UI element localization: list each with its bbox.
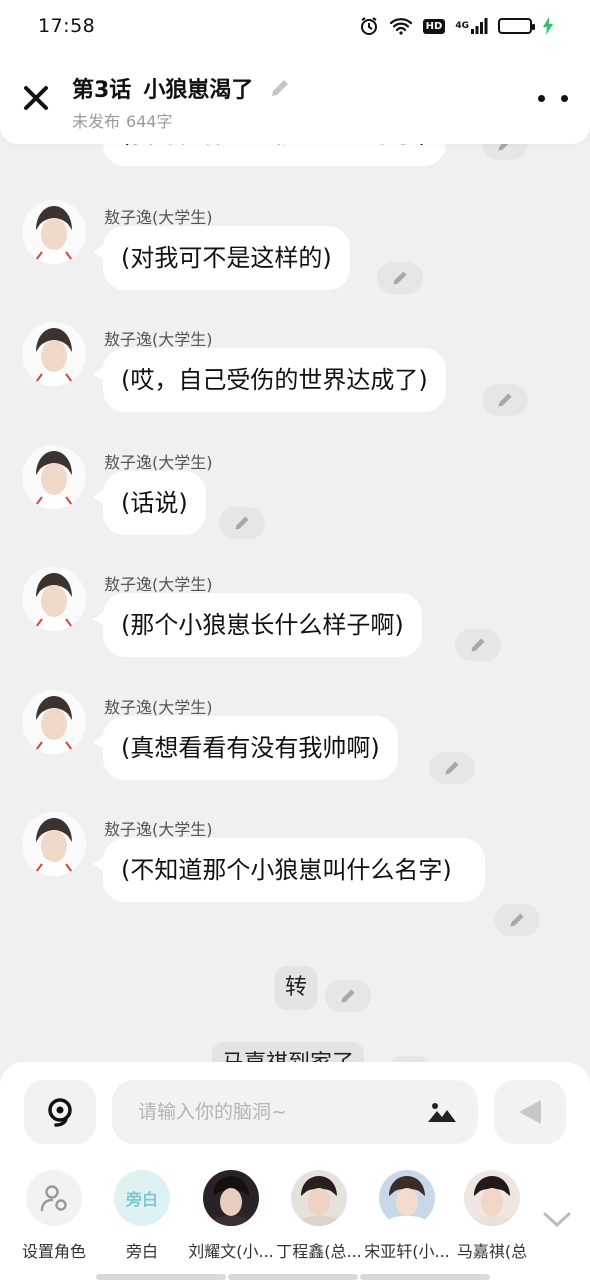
character-avatar-icon — [203, 1170, 259, 1226]
status-bar: 17:58 HD 4G — [0, 0, 590, 52]
voice-button[interactable] — [24, 1080, 96, 1144]
role-label: 丁程鑫(总... — [276, 1242, 362, 1261]
role-avatar — [203, 1170, 259, 1226]
title-row[interactable]: 第3话 小狼崽渴了 — [72, 72, 291, 104]
status-time: 17:58 — [38, 15, 96, 37]
alarm-icon — [359, 16, 379, 36]
sender-name: 敖子逸(大学生) — [104, 330, 213, 349]
pencil-icon — [445, 761, 459, 775]
character-avatar-icon — [22, 812, 86, 876]
edit-message-button[interactable] — [482, 384, 528, 416]
edit-message-button[interactable] — [429, 752, 475, 784]
close-button[interactable] — [20, 82, 52, 114]
sender-name: 敖子逸(大学生) — [104, 208, 213, 227]
role-avatar — [379, 1170, 435, 1226]
message-bubble[interactable]: (那个小狼崽长什么样子啊) — [93, 593, 422, 657]
message-bubble[interactable]: (哎，自己受伤的世界达成了) — [93, 348, 446, 412]
chapter-number: 第3话 — [72, 78, 132, 103]
signal-icon: 4G — [455, 17, 488, 35]
role-label: 刘耀文(小... — [188, 1242, 274, 1261]
insert-image-button[interactable] — [426, 1098, 458, 1126]
voice-icon — [48, 1098, 72, 1127]
role-avatar — [464, 1170, 520, 1226]
role-label: 宋亚轩(小... — [364, 1242, 450, 1261]
battery-icon — [498, 18, 535, 34]
role-character[interactable]: 丁程鑫(总... — [276, 1170, 362, 1262]
avatar[interactable] — [22, 812, 86, 876]
message-bubble[interactable]: (话说) — [93, 471, 206, 535]
pencil-icon — [471, 638, 485, 652]
edit-message-button[interactable] — [455, 629, 501, 661]
chapter-title: 小狼崽渴了 — [143, 78, 254, 103]
message-bubble[interactable]: (对我可不是这样的) — [93, 226, 350, 290]
chapter-meta: 未发布 644字 — [72, 108, 173, 132]
status-icons: HD 4G — [359, 16, 554, 36]
network-label: 4G — [455, 21, 469, 31]
sender-name: 敖子逸(大学生) — [104, 453, 213, 472]
pencil-icon — [498, 393, 512, 407]
chevron-down-icon — [543, 1212, 571, 1228]
role-setup-circle — [26, 1170, 82, 1226]
role-narrator[interactable]: 旁白 旁白 — [99, 1170, 185, 1262]
wifi-icon — [389, 17, 413, 35]
more-dot-icon — [561, 94, 568, 102]
edit-message-button[interactable] — [494, 904, 540, 936]
avatar[interactable] — [22, 445, 86, 509]
editor-header: 第3话 小狼崽渴了 未发布 644字 — [0, 52, 590, 144]
input-panel: 设置角色 旁白 旁白 刘耀文(小... 丁程鑫(总... 宋亚轩(小... — [0, 1062, 590, 1280]
character-avatar-icon — [22, 567, 86, 631]
pencil-icon — [272, 80, 289, 96]
sender-name: 敖子逸(大学生) — [104, 575, 213, 594]
user-settings-icon — [40, 1185, 67, 1212]
character-avatar-icon — [291, 1170, 347, 1226]
sender-name: 敖子逸(大学生) — [104, 820, 213, 839]
pencil-icon — [393, 271, 407, 285]
expand-roles-button[interactable] — [540, 1206, 574, 1234]
role-setup[interactable]: 设置角色 — [11, 1170, 97, 1262]
role-character[interactable]: 马嘉祺(总 — [452, 1170, 532, 1262]
character-avatar-icon — [22, 200, 86, 264]
role-character[interactable]: 宋亚轩(小... — [364, 1170, 450, 1262]
avatar[interactable] — [22, 690, 86, 754]
message-bubble[interactable]: (不知道那个小狼崽叫什么名字) — [93, 838, 485, 902]
avatar[interactable] — [22, 200, 86, 264]
sender-name: 敖子逸(大学生) — [104, 698, 213, 717]
close-icon — [24, 86, 48, 110]
message-bubble[interactable]: (真想看看有没有我帅啊) — [93, 716, 398, 780]
role-narrator-circle: 旁白 — [114, 1170, 170, 1226]
character-avatar-icon — [379, 1170, 435, 1226]
role-character[interactable]: 刘耀文(小... — [188, 1170, 274, 1262]
avatar[interactable] — [22, 567, 86, 631]
avatar[interactable] — [22, 322, 86, 386]
send-button[interactable] — [494, 1080, 566, 1144]
pencil-icon — [341, 989, 355, 1003]
chat-area[interactable]: (我哥他什么时候这么温柔了) 敖子逸(大学生) (对我可不是这样的) 敖子逸(大… — [0, 130, 590, 1080]
pencil-icon — [235, 516, 249, 530]
edit-message-button[interactable] — [377, 262, 423, 294]
role-scroll-indicator — [96, 1274, 490, 1280]
pencil-icon — [510, 913, 524, 927]
character-avatar-icon — [22, 445, 86, 509]
more-button[interactable] — [538, 88, 568, 108]
role-bar: 设置角色 旁白 旁白 刘耀文(小... 丁程鑫(总... 宋亚轩(小... 马嘉… — [0, 1170, 590, 1266]
role-label: 马嘉祺(总 — [456, 1242, 528, 1261]
edit-message-button[interactable] — [219, 507, 265, 539]
image-icon — [428, 1103, 456, 1122]
narration-bubble[interactable]: 转 — [275, 966, 318, 1010]
edit-narration-button[interactable] — [325, 980, 371, 1012]
charging-icon — [542, 17, 554, 35]
role-label: 设置角色 — [21, 1242, 86, 1261]
send-icon — [519, 1100, 541, 1124]
role-label: 旁白 — [125, 1242, 158, 1261]
word-count: 644字 — [126, 112, 173, 131]
hd-icon: HD — [422, 18, 446, 34]
edit-title-button[interactable] — [269, 77, 291, 99]
publish-status: 未发布 — [72, 112, 121, 131]
role-avatar — [291, 1170, 347, 1226]
more-dot-icon — [538, 94, 545, 102]
character-avatar-icon — [464, 1170, 520, 1226]
character-avatar-icon — [22, 690, 86, 754]
story-input[interactable] — [112, 1080, 478, 1144]
character-avatar-icon — [22, 322, 86, 386]
